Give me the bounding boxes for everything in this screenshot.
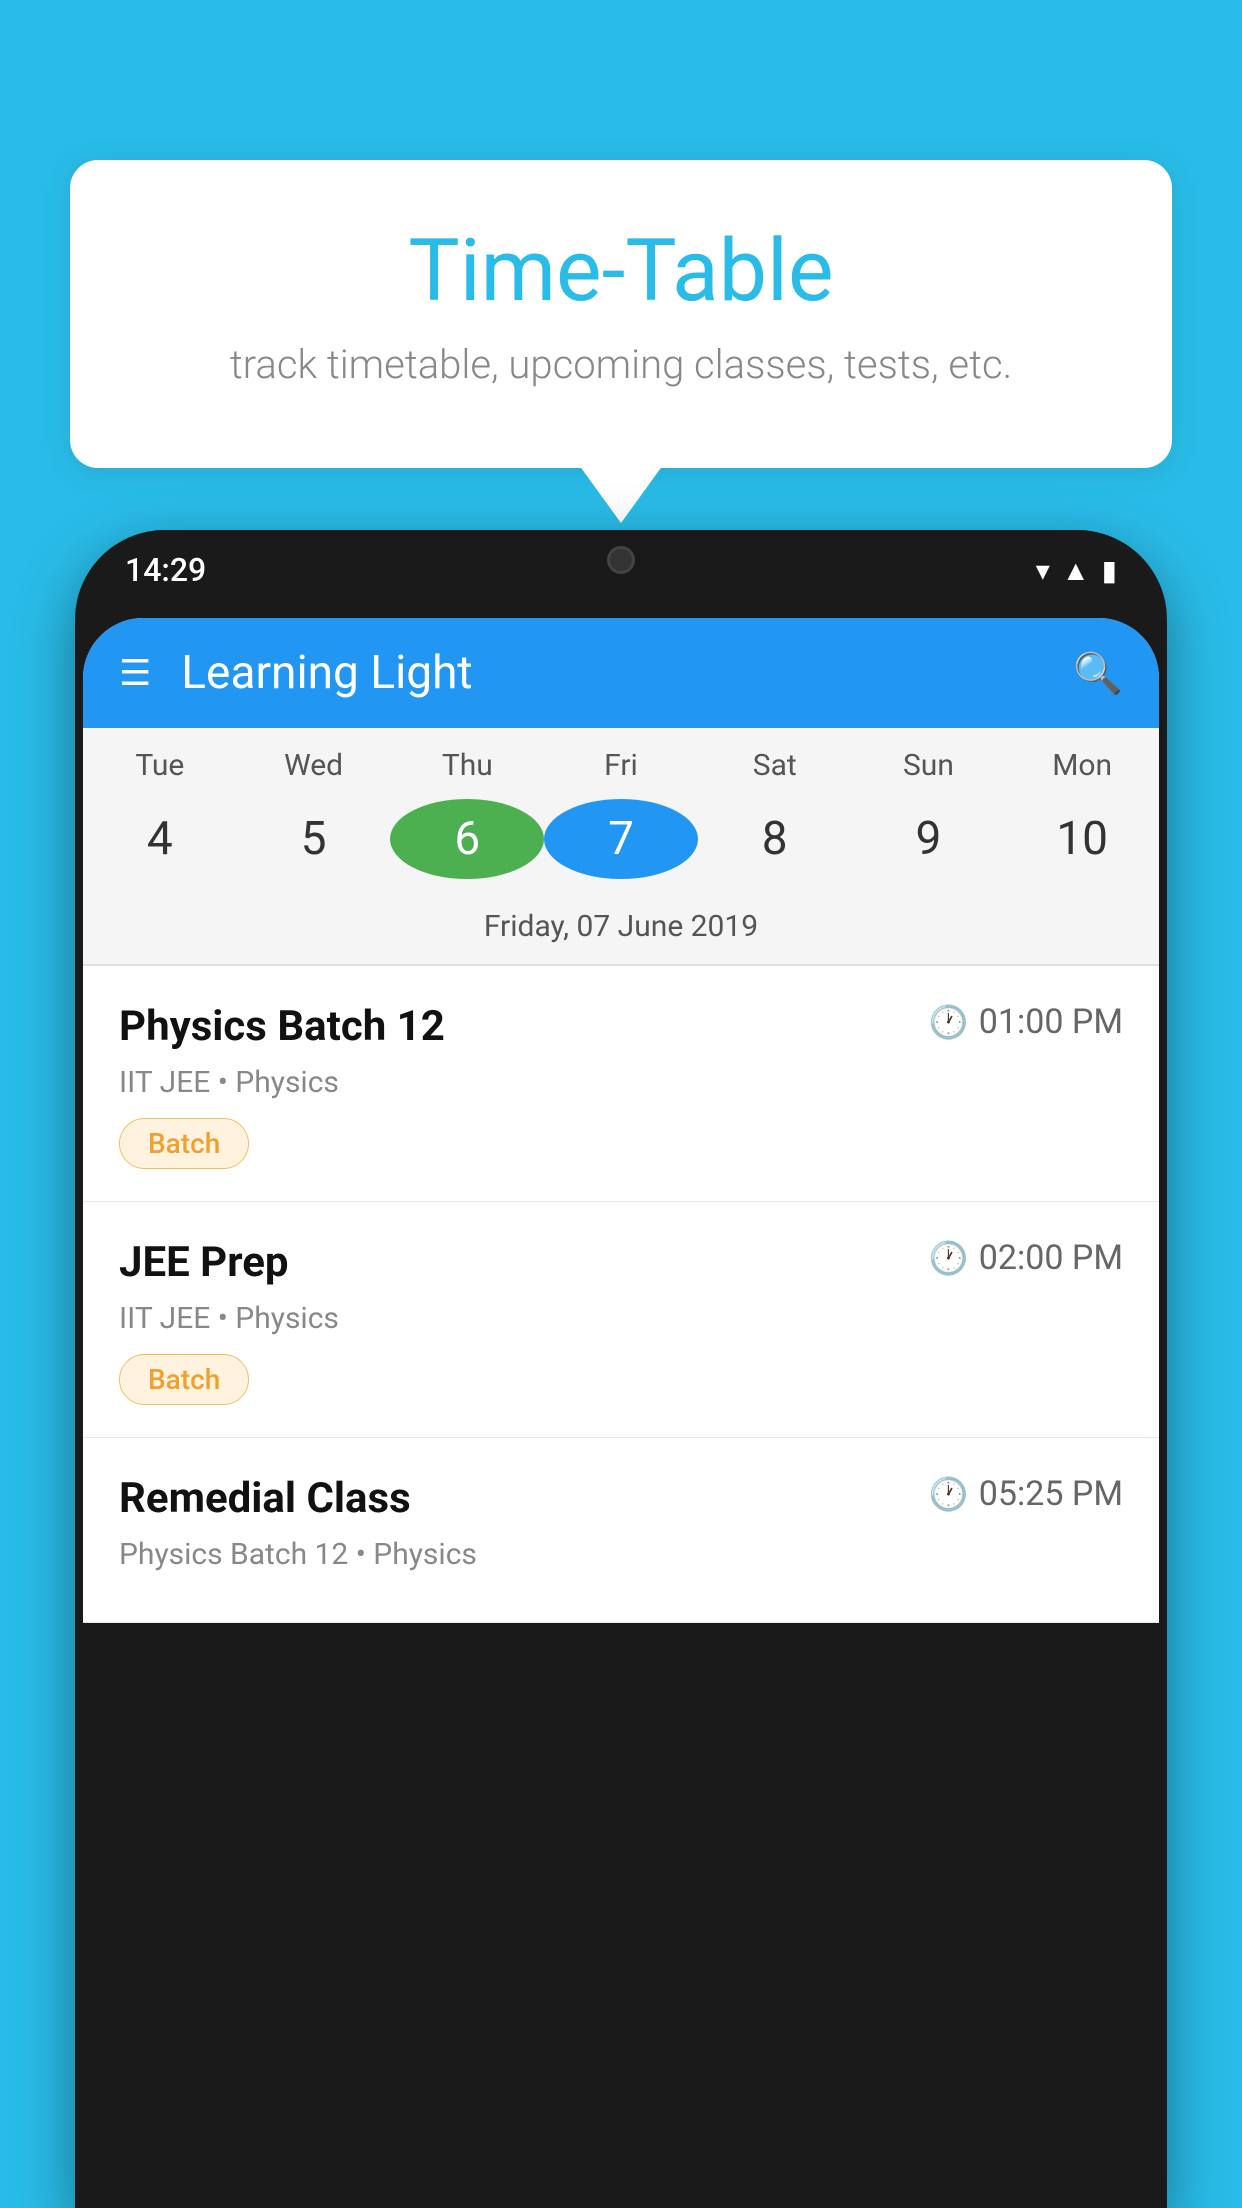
camera <box>607 546 635 574</box>
schedule-item-1-subtitle: IIT JEE • Physics <box>119 1065 1123 1100</box>
day-name-fri[interactable]: Fri <box>544 748 698 783</box>
schedule-item-2[interactable]: JEE Prep 🕐 02:00 PM IIT JEE • Physics Ba… <box>83 1202 1159 1438</box>
schedule-list: Physics Batch 12 🕐 01:00 PM IIT JEE • Ph… <box>83 966 1159 1623</box>
app-bar-title: Learning Light <box>181 646 1043 700</box>
tooltip-subtitle: track timetable, upcoming classes, tests… <box>120 341 1122 388</box>
schedule-item-2-title: JEE Prep <box>119 1238 289 1287</box>
schedule-item-1[interactable]: Physics Batch 12 🕐 01:00 PM IIT JEE • Ph… <box>83 966 1159 1202</box>
calendar-date-label: Friday, 07 June 2019 <box>83 899 1159 964</box>
day-num-5[interactable]: 5 <box>237 799 391 879</box>
time-value-1: 01:00 PM <box>979 1002 1123 1042</box>
wifi-icon: ▾ <box>1036 554 1050 587</box>
app-bar: ☰ Learning Light 🔍 <box>83 618 1159 728</box>
status-time: 14:29 <box>125 551 206 589</box>
time-value-3: 05:25 PM <box>979 1474 1123 1514</box>
day-name-wed[interactable]: Wed <box>237 748 391 783</box>
menu-icon[interactable]: ☰ <box>119 655 151 691</box>
day-num-8[interactable]: 8 <box>698 799 852 879</box>
calendar-day-numbers: 4 5 6 7 8 9 10 <box>83 791 1159 899</box>
schedule-item-2-subtitle: IIT JEE • Physics <box>119 1301 1123 1336</box>
day-num-10[interactable]: 10 <box>1005 799 1159 879</box>
time-value-2: 02:00 PM <box>979 1238 1123 1278</box>
clock-icon-1: 🕐 <box>929 1003 969 1041</box>
schedule-item-3-time: 🕐 05:25 PM <box>929 1474 1123 1514</box>
battery-icon: ▮ <box>1102 554 1117 587</box>
schedule-item-3-title: Remedial Class <box>119 1474 411 1523</box>
day-name-tue[interactable]: Tue <box>83 748 237 783</box>
schedule-item-1-time: 🕐 01:00 PM <box>929 1002 1123 1042</box>
calendar-day-names: Tue Wed Thu Fri Sat Sun Mon <box>83 728 1159 791</box>
status-bar: 14:29 ▾ ▲ ▮ <box>75 530 1167 610</box>
day-num-9[interactable]: 9 <box>852 799 1006 879</box>
batch-badge-2: Batch <box>119 1354 249 1405</box>
tooltip-title: Time-Table <box>120 220 1122 321</box>
schedule-item-3-subtitle: Physics Batch 12 • Physics <box>119 1537 1123 1572</box>
clock-icon-3: 🕐 <box>929 1475 969 1513</box>
status-icons: ▾ ▲ ▮ <box>1036 554 1117 587</box>
phone-notch <box>561 530 681 580</box>
schedule-item-2-header: JEE Prep 🕐 02:00 PM <box>119 1238 1123 1287</box>
phone-screen: ☰ Learning Light 🔍 Tue Wed Thu Fri Sat S… <box>83 618 1159 1623</box>
day-num-4[interactable]: 4 <box>83 799 237 879</box>
signal-icon: ▲ <box>1062 554 1090 587</box>
day-num-6-today[interactable]: 6 <box>390 799 544 879</box>
tooltip-card: Time-Table track timetable, upcoming cla… <box>70 160 1172 468</box>
clock-icon-2: 🕐 <box>929 1239 969 1277</box>
schedule-item-1-title: Physics Batch 12 <box>119 1002 445 1051</box>
schedule-item-3[interactable]: Remedial Class 🕐 05:25 PM Physics Batch … <box>83 1438 1159 1623</box>
schedule-item-1-header: Physics Batch 12 🕐 01:00 PM <box>119 1002 1123 1051</box>
schedule-item-2-time: 🕐 02:00 PM <box>929 1238 1123 1278</box>
inner-screen: ☰ Learning Light 🔍 Tue Wed Thu Fri Sat S… <box>83 618 1159 1623</box>
day-name-sun[interactable]: Sun <box>852 748 1006 783</box>
batch-badge-1: Batch <box>119 1118 249 1169</box>
day-num-7-selected[interactable]: 7 <box>544 799 698 879</box>
search-icon[interactable]: 🔍 <box>1073 650 1123 697</box>
schedule-item-3-header: Remedial Class 🕐 05:25 PM <box>119 1474 1123 1523</box>
day-name-sat[interactable]: Sat <box>698 748 852 783</box>
day-name-mon[interactable]: Mon <box>1005 748 1159 783</box>
calendar-section: Tue Wed Thu Fri Sat Sun Mon 4 5 6 7 8 9 … <box>83 728 1159 966</box>
day-name-thu[interactable]: Thu <box>390 748 544 783</box>
phone-mockup: 14:29 ▾ ▲ ▮ ☰ Learning Light 🔍 <box>75 530 1167 2208</box>
